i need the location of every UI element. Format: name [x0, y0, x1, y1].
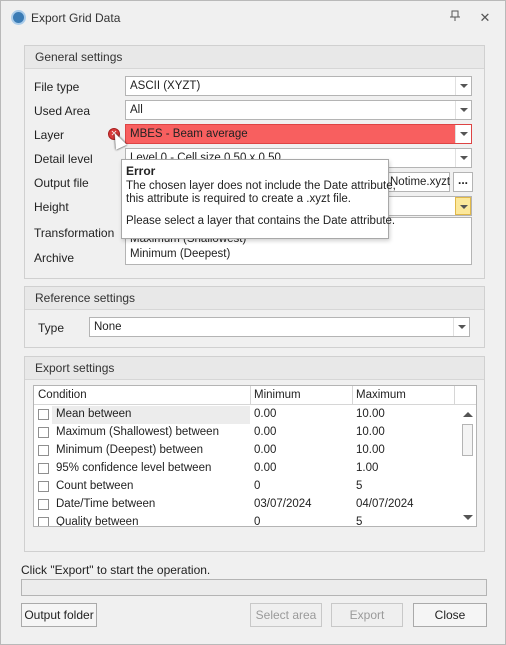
height-label: Height: [34, 200, 69, 214]
table-row[interactable]: Mean between 0.00 10.00: [34, 406, 456, 424]
title-bar: Export Grid Data ✕: [1, 1, 505, 33]
minimum-cell[interactable]: 0: [254, 480, 260, 492]
conditions-grid: Condition Minimum Maximum Mean between 0.…: [33, 385, 477, 527]
export-grid-data-window: Export Grid Data ✕ General settings File…: [0, 0, 506, 645]
table-row[interactable]: Minimum (Deepest) between 0.00 10.00: [34, 442, 456, 460]
tooltip-title: Error: [126, 164, 156, 178]
progress-bar: [21, 579, 487, 596]
minimum-cell[interactable]: 0.00: [254, 408, 276, 420]
condition-cell[interactable]: Maximum (Shallowest) between: [56, 426, 219, 438]
row-checkbox[interactable]: [38, 481, 49, 492]
error-tooltip: Error The chosen layer does not include …: [121, 159, 396, 239]
maximum-cell[interactable]: 10.00: [356, 408, 385, 420]
minimum-cell[interactable]: 0.00: [254, 444, 276, 456]
layer-combo[interactable]: MBES - Beam average: [125, 124, 472, 144]
condition-cell[interactable]: Quality between: [56, 516, 138, 526]
table-row[interactable]: Maximum (Shallowest) between 0.00 10.00: [34, 424, 456, 442]
pin-icon[interactable]: [443, 7, 467, 29]
general-settings-header: General settings: [25, 46, 484, 69]
reference-type-combo[interactable]: None: [89, 317, 470, 337]
maximum-cell[interactable]: 10.00: [356, 444, 385, 456]
tooltip-line-3: Please select a layer that contains the …: [126, 215, 396, 227]
select-area-button[interactable]: Select area: [250, 603, 322, 627]
row-checkbox[interactable]: [38, 445, 49, 456]
chevron-down-icon[interactable]: [455, 125, 471, 143]
tooltip-line-1: The chosen layer does not include the Da…: [126, 180, 396, 192]
used-area-combo[interactable]: All: [125, 100, 472, 120]
maximum-cell[interactable]: 5: [356, 516, 362, 526]
scroll-thumb[interactable]: [462, 424, 473, 456]
table-row[interactable]: Count between 0 5: [34, 478, 456, 496]
condition-cell[interactable]: Minimum (Deepest) between: [56, 444, 203, 456]
status-text: Click "Export" to start the operation.: [21, 563, 211, 577]
scroll-down-icon[interactable]: [463, 515, 473, 520]
column-header-maximum[interactable]: Maximum: [356, 389, 406, 401]
minimum-cell[interactable]: 0.00: [254, 426, 276, 438]
condition-cell[interactable]: Mean between: [56, 408, 131, 420]
transformation-label: Transformation: [34, 226, 115, 240]
output-file-value: Notime.xyzt: [390, 176, 451, 188]
reference-type-value: None: [94, 321, 122, 333]
chevron-down-icon[interactable]: [455, 149, 471, 167]
file-type-label: File type: [34, 80, 80, 94]
minimum-cell[interactable]: 0.00: [254, 462, 276, 474]
window-title: Export Grid Data: [31, 11, 121, 25]
column-header-minimum[interactable]: Minimum: [254, 389, 301, 401]
maximum-cell[interactable]: 1.00: [356, 462, 378, 474]
output-file-label: Output file: [34, 176, 89, 190]
minimum-cell[interactable]: 0: [254, 516, 260, 526]
chevron-down-icon[interactable]: [455, 101, 471, 119]
row-checkbox[interactable]: [38, 499, 49, 510]
scroll-up-icon[interactable]: [463, 412, 473, 417]
maximum-cell[interactable]: 5: [356, 480, 362, 492]
row-checkbox[interactable]: [38, 409, 49, 420]
row-checkbox[interactable]: [38, 517, 49, 526]
condition-cell[interactable]: Date/Time between: [56, 498, 155, 510]
tooltip-line-2: this attribute is required to create a .…: [126, 193, 351, 205]
file-type-combo[interactable]: ASCII (XYZT): [125, 76, 472, 96]
output-folder-button[interactable]: Output folder: [21, 603, 97, 627]
browse-button[interactable]: ...: [453, 172, 473, 192]
chevron-down-icon[interactable]: [455, 197, 471, 215]
used-area-value: All: [130, 104, 143, 116]
archive-label: Archive: [34, 251, 75, 265]
layer-label: Layer: [34, 128, 65, 142]
maximum-cell[interactable]: 04/07/2024: [356, 498, 414, 510]
reference-settings-header: Reference settings: [25, 287, 484, 310]
reference-type-label: Type: [38, 321, 65, 335]
close-button[interactable]: Close: [413, 603, 487, 627]
detail-level-label: Detail level: [34, 152, 93, 166]
row-checkbox[interactable]: [38, 463, 49, 474]
grid-scrollbar[interactable]: [459, 406, 476, 526]
close-icon[interactable]: ✕: [473, 7, 497, 29]
table-row[interactable]: 95% confidence level between 0.00 1.00: [34, 460, 456, 478]
chevron-down-icon[interactable]: [455, 77, 471, 95]
table-row[interactable]: Date/Time between 03/07/2024 04/07/2024: [34, 496, 456, 514]
column-header-condition[interactable]: Condition: [38, 389, 87, 401]
condition-cell[interactable]: Count between: [56, 480, 133, 492]
table-row[interactable]: Quality between 0 5: [34, 514, 456, 526]
used-area-label: Used Area: [34, 104, 91, 118]
height-option-minimum[interactable]: Minimum (Deepest): [130, 248, 230, 260]
row-checkbox[interactable]: [38, 427, 49, 438]
file-type-value: ASCII (XYZT): [130, 80, 201, 92]
maximum-cell[interactable]: 10.00: [356, 426, 385, 438]
app-icon: [11, 10, 26, 25]
grid-header: Condition Minimum Maximum: [34, 386, 476, 405]
layer-value: MBES - Beam average: [130, 128, 248, 140]
condition-cell[interactable]: 95% confidence level between: [56, 462, 211, 474]
minimum-cell[interactable]: 03/07/2024: [254, 498, 312, 510]
export-settings-header: Export settings: [25, 357, 484, 380]
chevron-down-icon[interactable]: [453, 318, 469, 336]
export-button[interactable]: Export: [331, 603, 403, 627]
